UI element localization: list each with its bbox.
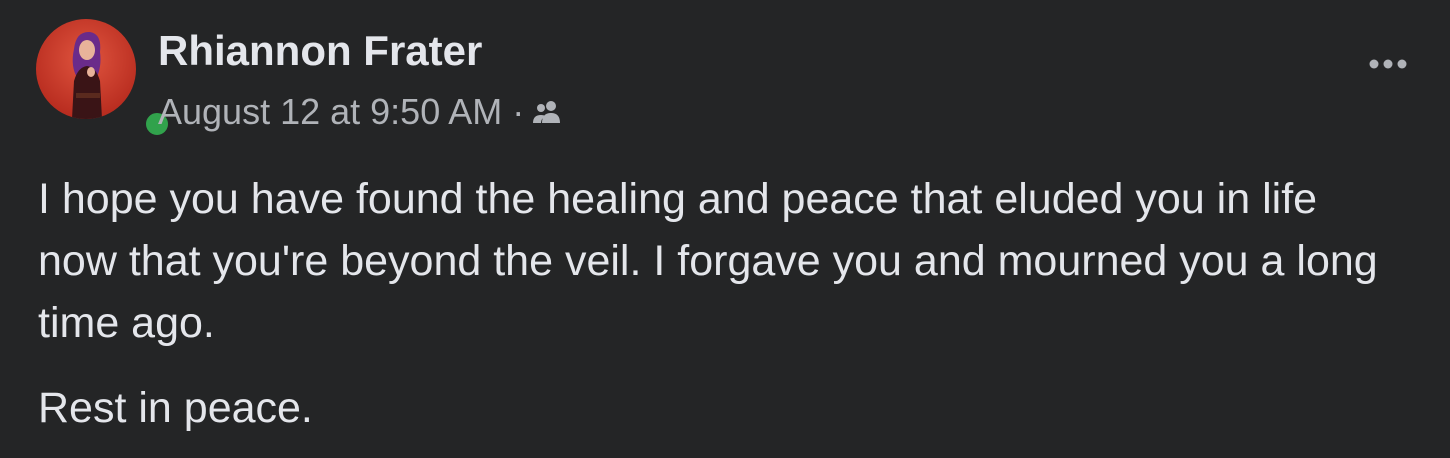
post-meta: August 12 at 9:50 AM ·: [158, 90, 562, 134]
avatar[interactable]: [36, 19, 136, 119]
post-card: Rhiannon Frater August 12 at 9:50 AM · I…: [0, 0, 1450, 458]
post-paragraph: I hope you have found the healing and pe…: [38, 175, 1378, 347]
more-options-button[interactable]: [1360, 44, 1416, 84]
post-paragraph: Rest in peace.: [38, 384, 313, 432]
more-horizontal-icon: [1369, 59, 1407, 69]
author-name[interactable]: Rhiannon Frater: [158, 26, 482, 76]
avatar-container: [36, 19, 171, 138]
profile-photo-icon: [36, 19, 136, 119]
post-body: I hope you have found the healing and pe…: [38, 168, 1378, 439]
post-timestamp[interactable]: August 12 at 9:50 AM: [158, 91, 502, 133]
friends-icon[interactable]: [532, 99, 562, 125]
meta-separator: ·: [512, 91, 525, 132]
